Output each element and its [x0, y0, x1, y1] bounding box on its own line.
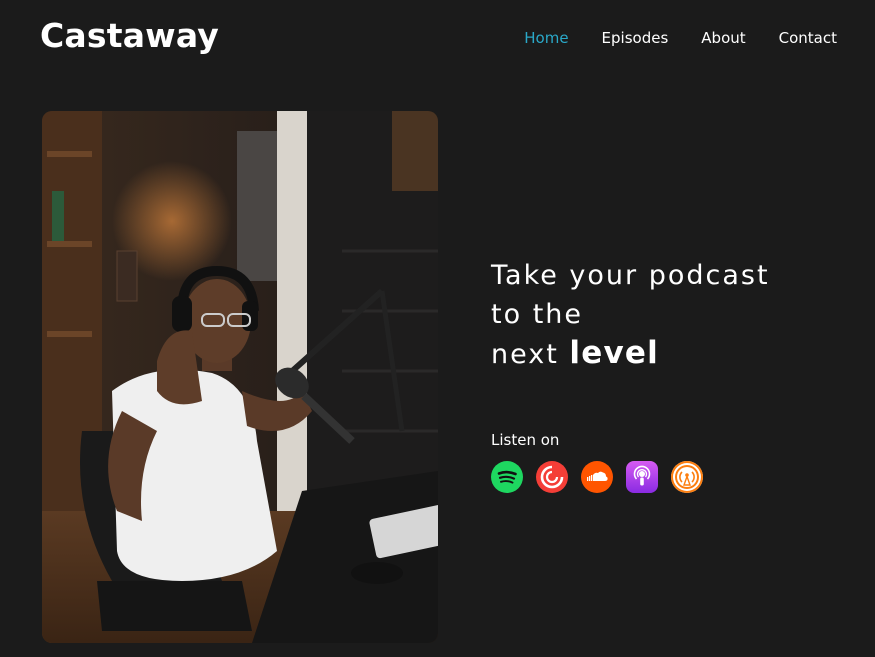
soundcloud-icon[interactable] [581, 461, 613, 493]
page: Castaway Home Episodes About Contact Tak… [0, 0, 875, 657]
spotify-glyph [497, 470, 517, 484]
headline-line-3-prefix: next [491, 339, 559, 370]
platform-links [491, 461, 703, 493]
podcaster-photo [42, 111, 438, 643]
listen-on-label: Listen on [491, 431, 560, 449]
headline-line-3-bold: level [569, 335, 659, 371]
overcast-glyph [675, 465, 699, 489]
main-nav: Home Episodes About Contact [524, 26, 837, 50]
nav-link-episodes[interactable]: Episodes [602, 29, 669, 47]
spotify-icon[interactable] [491, 461, 523, 493]
nav-link-home[interactable]: Home [524, 29, 568, 47]
hero-headline: Take your podcast to the next level [491, 256, 831, 374]
nav-item-contact: Contact [779, 26, 837, 50]
nav-item-episodes: Episodes [602, 26, 669, 50]
overcast-icon[interactable] [671, 461, 703, 493]
headline-line-1: Take your podcast [491, 260, 770, 291]
pocketcasts-icon[interactable] [536, 461, 568, 493]
site-logo[interactable]: Castaway [40, 14, 219, 58]
podcaster-illustration [42, 111, 438, 643]
pocketcasts-glyph [540, 465, 564, 489]
nav-item-home: Home [524, 26, 568, 50]
headline-line-2: to the [491, 299, 583, 330]
apple-podcasts-icon[interactable] [626, 461, 658, 493]
soundcloud-glyph [587, 471, 608, 481]
nav-item-about: About [701, 26, 745, 50]
nav-link-contact[interactable]: Contact [779, 29, 837, 47]
apple-podcasts-glyph [633, 465, 651, 486]
hero-text: Take your podcast to the next level [491, 256, 831, 374]
nav-link-about[interactable]: About [701, 29, 745, 47]
